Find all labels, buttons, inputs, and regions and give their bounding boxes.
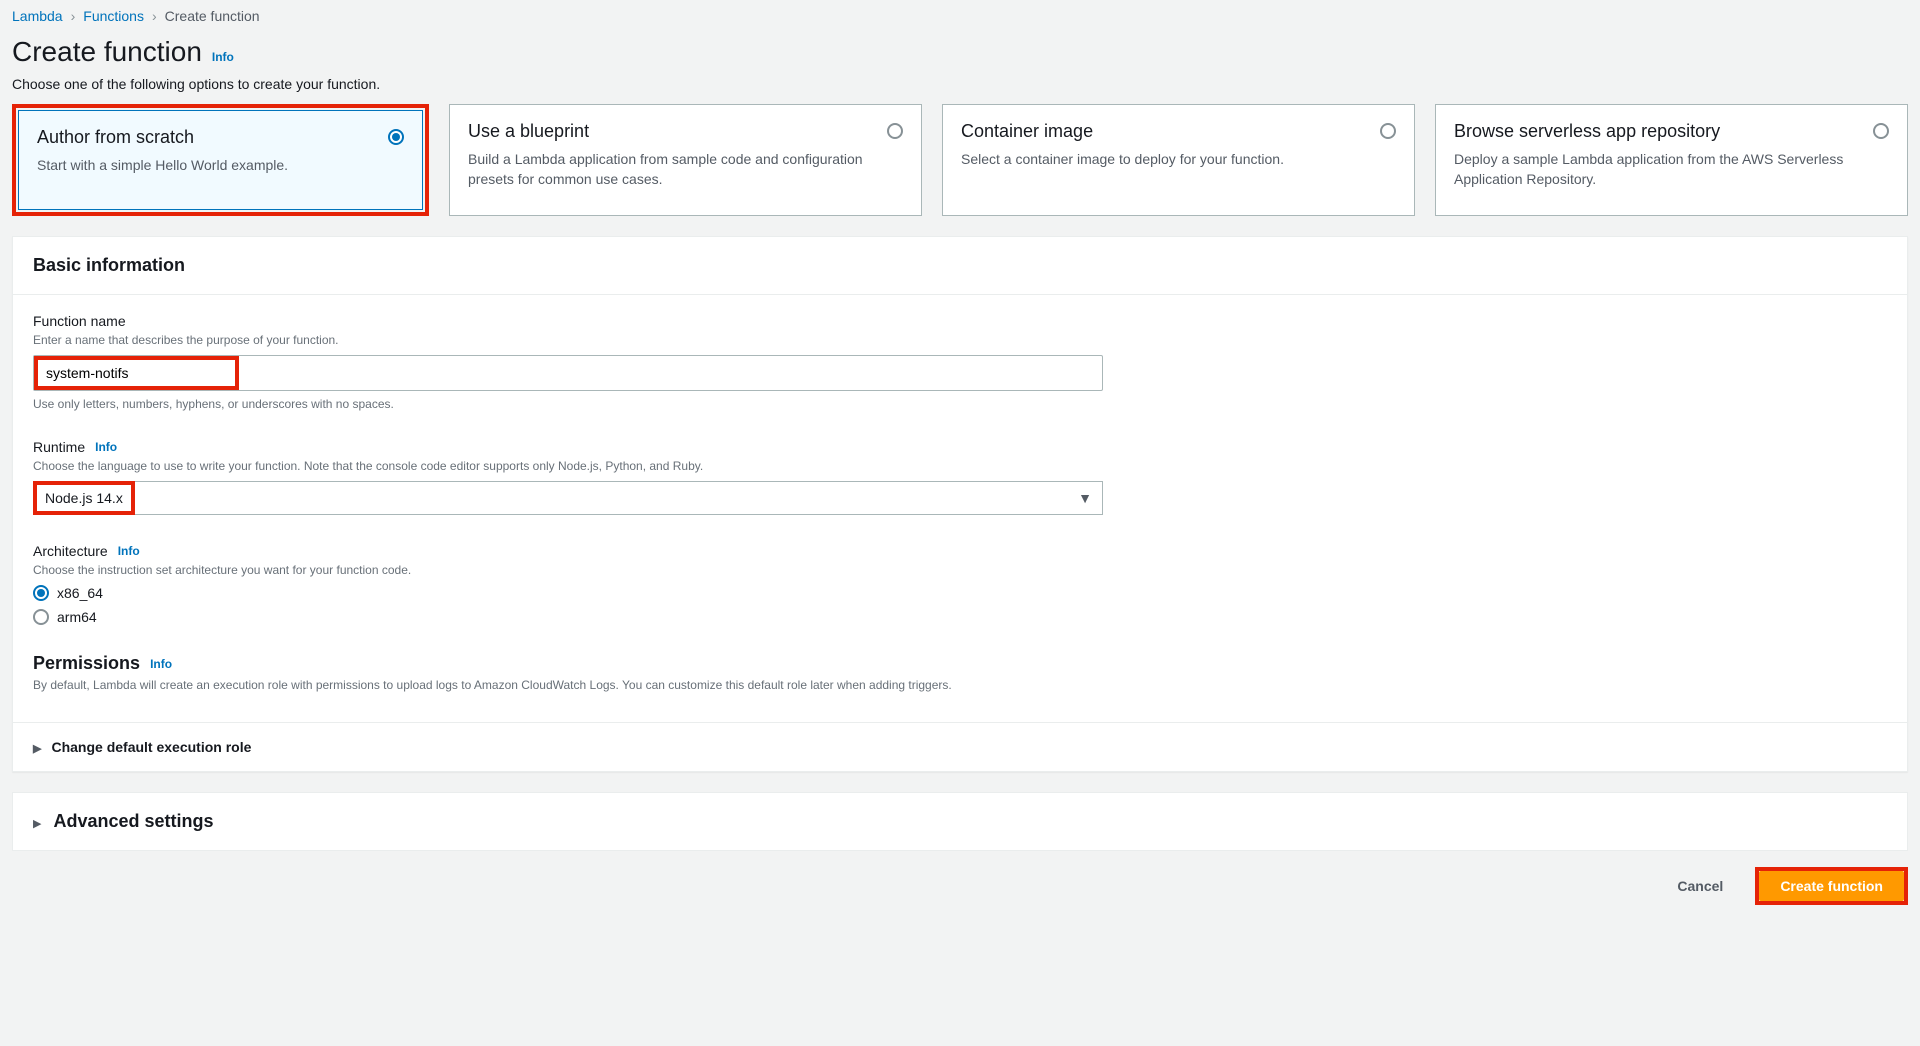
creation-options: Author from scratch Start with a simple …	[0, 104, 1920, 216]
breadcrumb-sep-icon: ›	[152, 8, 157, 24]
basic-info-title: Basic information	[33, 255, 1887, 276]
runtime-value: Node.js 14.x	[37, 485, 131, 511]
function-name-field: Function name Enter a name that describe…	[33, 313, 1887, 411]
breadcrumb-sep-icon: ›	[71, 8, 76, 24]
caret-right-icon	[33, 739, 41, 755]
page-title: Create function	[12, 36, 202, 68]
runtime-select[interactable]: Node.js 14.x ▼	[33, 481, 1103, 515]
change-role-label: Change default execution role	[51, 739, 251, 755]
radio-icon	[33, 609, 49, 625]
highlight-function-name	[34, 356, 239, 390]
create-function-button[interactable]: Create function	[1759, 871, 1904, 901]
option-desc: Build a Lambda application from sample c…	[468, 150, 873, 189]
option-title: Browse serverless app repository	[1454, 121, 1859, 142]
breadcrumb-current: Create function	[165, 8, 260, 24]
basic-information-panel: Basic information Function name Enter a …	[12, 236, 1908, 772]
info-link[interactable]: Info	[150, 657, 172, 671]
option-serverless-repo[interactable]: Browse serverless app repository Deploy …	[1435, 104, 1908, 216]
permissions-field: Permissions Info By default, Lambda will…	[33, 653, 1887, 692]
info-link[interactable]: Info	[95, 440, 117, 454]
highlight-create-button: Create function	[1755, 867, 1908, 905]
radio-icon	[1380, 123, 1396, 139]
highlight-author-from-scratch: Author from scratch Start with a simple …	[12, 104, 429, 216]
function-name-hint: Use only letters, numbers, hyphens, or u…	[33, 397, 1887, 411]
caret-down-icon: ▼	[1078, 490, 1092, 506]
architecture-option-x86[interactable]: x86_64	[33, 585, 1887, 601]
advanced-settings-toggle[interactable]: Advanced settings	[13, 793, 1907, 850]
option-container-image[interactable]: Container image Select a container image…	[942, 104, 1415, 216]
breadcrumb-lambda[interactable]: Lambda	[12, 8, 63, 24]
info-link[interactable]: Info	[118, 544, 140, 558]
architecture-field: Architecture Info Choose the instruction…	[33, 543, 1887, 625]
permissions-label: Permissions	[33, 653, 140, 674]
option-desc: Deploy a sample Lambda application from …	[1454, 150, 1859, 189]
runtime-label: Runtime	[33, 439, 85, 455]
architecture-option-arm64[interactable]: arm64	[33, 609, 1887, 625]
function-name-input[interactable]	[38, 360, 235, 386]
breadcrumb-functions[interactable]: Functions	[83, 8, 144, 24]
radio-icon	[388, 129, 404, 145]
panel-header: Basic information	[13, 237, 1907, 295]
change-execution-role-toggle[interactable]: Change default execution role	[13, 722, 1907, 771]
radio-icon	[887, 123, 903, 139]
option-title: Container image	[961, 121, 1366, 142]
info-link[interactable]: Info	[212, 50, 234, 64]
option-title: Use a blueprint	[468, 121, 873, 142]
option-author-from-scratch[interactable]: Author from scratch Start with a simple …	[18, 110, 423, 210]
runtime-desc: Choose the language to use to write your…	[33, 459, 1887, 473]
cancel-button[interactable]: Cancel	[1657, 872, 1743, 900]
radio-icon	[1873, 123, 1889, 139]
page-header: Create function Info	[0, 28, 1920, 72]
architecture-label: Architecture	[33, 543, 108, 559]
caret-right-icon	[33, 814, 41, 830]
option-desc: Start with a simple Hello World example.	[37, 156, 374, 176]
function-name-label: Function name	[33, 313, 126, 329]
option-use-blueprint[interactable]: Use a blueprint Build a Lambda applicati…	[449, 104, 922, 216]
function-name-desc: Enter a name that describes the purpose …	[33, 333, 1887, 347]
advanced-settings-panel: Advanced settings	[12, 792, 1908, 851]
highlight-runtime: Node.js 14.x	[33, 481, 135, 515]
advanced-title: Advanced settings	[53, 811, 213, 832]
permissions-desc: By default, Lambda will create an execut…	[33, 678, 1887, 692]
architecture-desc: Choose the instruction set architecture …	[33, 563, 1887, 577]
runtime-field: Runtime Info Choose the language to use …	[33, 439, 1887, 515]
option-desc: Select a container image to deploy for y…	[961, 150, 1366, 170]
footer-actions: Cancel Create function	[0, 851, 1920, 925]
breadcrumb: Lambda › Functions › Create function	[0, 0, 1920, 28]
radio-icon	[33, 585, 49, 601]
page-subtitle: Choose one of the following options to c…	[0, 72, 1920, 104]
arch-option-label: arm64	[57, 609, 97, 625]
arch-option-label: x86_64	[57, 585, 103, 601]
option-title: Author from scratch	[37, 127, 374, 148]
